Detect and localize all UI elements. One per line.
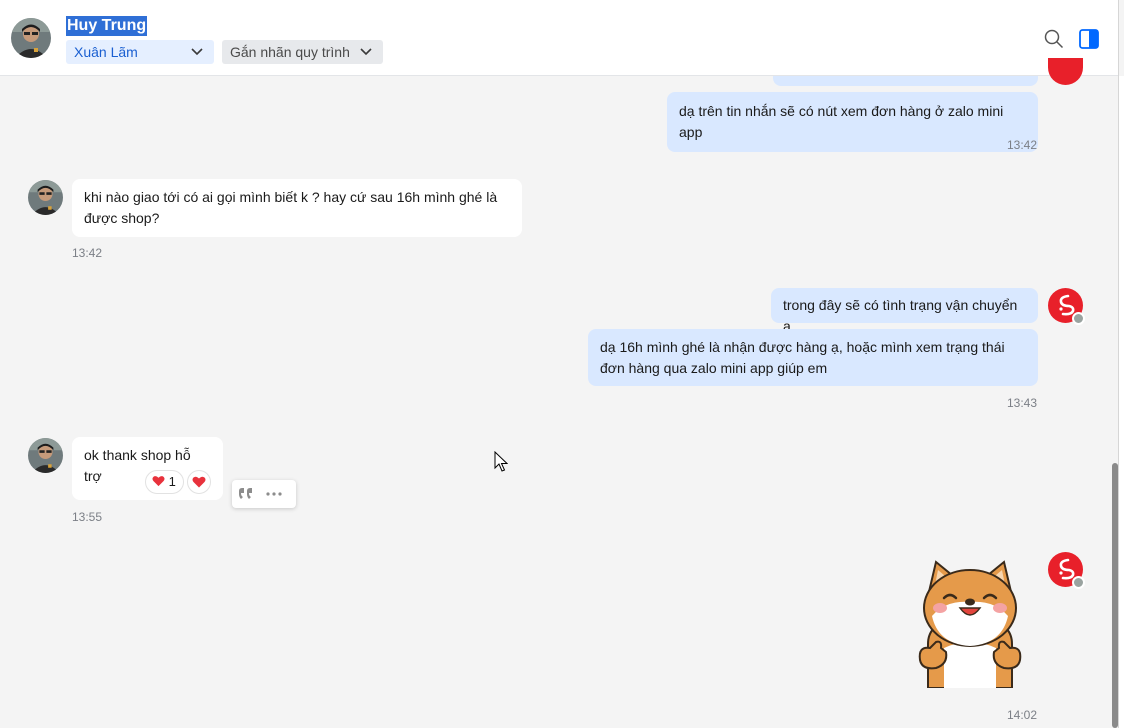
status-badge	[1072, 576, 1085, 589]
contact-avatar[interactable]	[11, 18, 51, 58]
chevron-down-icon	[360, 48, 372, 56]
reaction-count[interactable]: 1	[145, 470, 184, 494]
workflow-label-text: Gắn nhãn quy trình	[230, 44, 350, 60]
shop-avatar[interactable]	[1048, 552, 1085, 589]
message-text: khi nào giao tới có ai gọi mình biết k ?…	[84, 189, 498, 226]
message-bubble-outgoing[interactable]	[773, 76, 1038, 86]
message-time: 13:42	[1007, 138, 1038, 152]
message-time: 13:55	[72, 510, 103, 524]
message-text: dạ trên tin nhắn sẽ có nút xem đơn hàng …	[679, 103, 1004, 140]
message-action-toolbar	[232, 480, 296, 508]
message-bubble-incoming[interactable]: khi nào giao tới có ai gọi mình biết k ?…	[72, 179, 522, 237]
message-time: 13:43	[1007, 396, 1038, 410]
add-reaction-button[interactable]	[187, 470, 211, 494]
message-text: dạ 16h mình ghé là nhận được hàng ạ, hoặ…	[600, 339, 1005, 376]
message-time: 14:02	[1007, 708, 1038, 722]
mouse-cursor-icon	[494, 451, 508, 472]
status-badge	[1072, 312, 1085, 325]
heart-icon	[192, 476, 206, 488]
side-panel-icon[interactable]	[1078, 28, 1100, 50]
scrollbar-thumb[interactable]	[1112, 463, 1118, 728]
chat-header: Huy Trung Xuân Lãm Gắn nhãn quy trình	[0, 0, 1119, 76]
heart-icon	[152, 476, 165, 487]
customer-tag-label: Xuân Lãm	[74, 44, 138, 60]
contact-avatar[interactable]	[28, 180, 63, 215]
shop-avatar[interactable]	[1048, 58, 1083, 85]
message-bubble-outgoing[interactable]: dạ 16h mình ghé là nhận được hàng ạ, hoặ…	[588, 329, 1038, 386]
quote-icon[interactable]	[238, 487, 254, 501]
workflow-label-dropdown[interactable]: Gắn nhãn quy trình	[222, 40, 383, 64]
message-bubble-outgoing[interactable]: dạ trên tin nhắn sẽ có nút xem đơn hàng …	[667, 92, 1038, 152]
message-bubble-outgoing[interactable]: trong đây sẽ có tình trạng vận chuyển ạ	[771, 288, 1038, 334]
contact-name[interactable]: Huy Trung	[66, 16, 148, 36]
search-icon[interactable]	[1043, 28, 1065, 50]
more-options-icon[interactable]	[265, 491, 283, 497]
message-time: 13:42	[72, 246, 103, 260]
shiba-sticker[interactable]	[914, 556, 1026, 688]
customer-tag-dropdown[interactable]: Xuân Lãm	[66, 40, 214, 64]
scrollbar-track[interactable]	[1119, 76, 1124, 728]
reaction-count-value: 1	[168, 474, 176, 489]
chevron-down-icon	[191, 48, 203, 56]
contact-avatar[interactable]	[28, 438, 63, 473]
shop-avatar[interactable]	[1048, 288, 1085, 325]
